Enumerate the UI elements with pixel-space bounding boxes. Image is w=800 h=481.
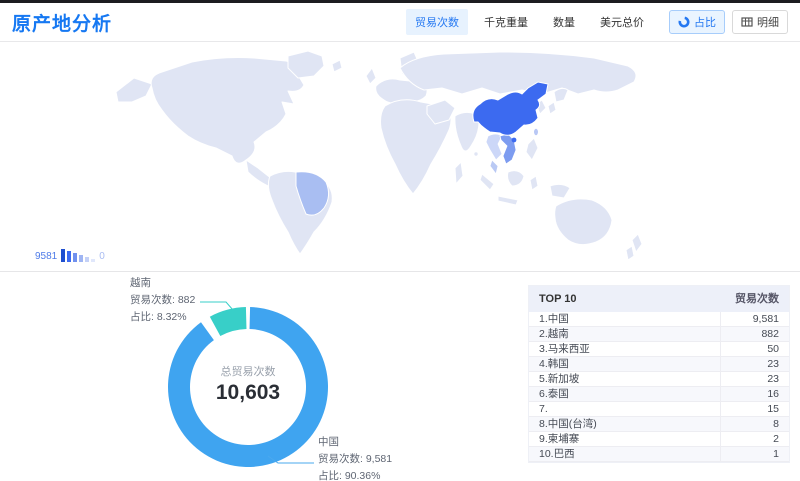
callout-name: 越南 — [130, 275, 195, 292]
donut-callout-china: 中国 贸易次数: 9,581 占比: 90.36% — [318, 434, 392, 481]
table-row: 8.中国(台湾)8 — [529, 417, 789, 432]
metric-kg-weight-button[interactable]: 千克重量 — [475, 9, 537, 35]
world-map[interactable] — [20, 48, 780, 260]
landmass[interactable] — [116, 51, 642, 260]
table-header-row: TOP 10 贸易次数 — [529, 286, 789, 312]
table-row: 6.泰国16 — [529, 387, 789, 402]
view-proportion-button[interactable]: 占比 — [669, 10, 725, 34]
view-proportion-label: 占比 — [694, 14, 716, 30]
page-title: 原产地分析 — [12, 9, 112, 36]
table-icon — [741, 16, 753, 28]
donut-center-value: 10,603 — [216, 381, 280, 405]
metric-trade-count-button[interactable]: 贸易次数 — [406, 9, 468, 35]
country-malaysia[interactable] — [490, 160, 498, 174]
view-detail-label: 明细 — [757, 14, 779, 30]
donut-icon — [678, 16, 690, 28]
metric-usd-total-button[interactable]: 美元总价 — [591, 9, 653, 35]
donut-center: 总贸易次数 10,603 — [216, 363, 280, 405]
callout-name: 中国 — [318, 434, 392, 451]
table-value-header: 贸易次数 — [720, 286, 789, 312]
map-legend: 9581 0 — [35, 249, 105, 262]
page-header: 原产地分析 贸易次数 千克重量 数量 美元总价 占比 — [0, 3, 800, 42]
table-row: 9.柬埔寨2 — [529, 432, 789, 447]
toolbar: 贸易次数 千克重量 数量 美元总价 占比 — [406, 9, 788, 35]
table-row: 5.新加坡23 — [529, 372, 789, 387]
origin-analysis-page: 原产地分析 贸易次数 千克重量 数量 美元总价 占比 — [0, 0, 800, 481]
view-detail-button[interactable]: 明细 — [732, 10, 788, 34]
table-row: 7.15 — [529, 402, 789, 417]
window-edge-top — [0, 0, 800, 3]
window-edge-bottom — [0, 272, 800, 274]
donut-callout-vietnam: 越南 贸易次数: 882 占比: 8.32% — [130, 275, 195, 326]
leader-line-vietnam — [200, 302, 233, 310]
metric-quantity-button[interactable]: 数量 — [544, 9, 584, 35]
table-row: 10.巴西1 — [529, 447, 789, 462]
view-toggle-group: 占比 明细 — [669, 10, 788, 34]
donut-center-label: 总贸易次数 — [216, 363, 280, 379]
legend-min: 0 — [99, 252, 105, 262]
donut-chart: 总贸易次数 10,603 越南 贸易次数: 882 占比: 8.32% 中国 贸… — [0, 272, 520, 481]
country-thailand[interactable] — [486, 134, 502, 160]
top10-table: TOP 10 贸易次数 1.中国9,581 2.越南882 3.马来西亚50 4… — [528, 285, 790, 463]
callout-percent: 占比: 8.32% — [130, 309, 195, 326]
world-map-section: 9581 0 — [0, 42, 800, 272]
bottom-section: 总贸易次数 10,603 越南 贸易次数: 882 占比: 8.32% 中国 贸… — [0, 272, 800, 481]
callout-percent: 占比: 90.36% — [318, 468, 392, 481]
donut-slice-vietnam[interactable] — [210, 307, 247, 336]
legend-max: 9581 — [35, 252, 57, 262]
map-legend-scale — [61, 249, 95, 262]
country-taiwan[interactable] — [534, 129, 538, 135]
table-title: TOP 10 — [529, 286, 720, 312]
callout-value: 贸易次数: 882 — [130, 292, 195, 309]
table-row: 1.中国9,581 — [529, 312, 789, 327]
table-row: 2.越南882 — [529, 327, 789, 342]
callout-value: 贸易次数: 9,581 — [318, 451, 392, 468]
table-row: 4.韩国23 — [529, 357, 789, 372]
table-row: 3.马来西亚50 — [529, 342, 789, 357]
hainan-island[interactable] — [512, 138, 517, 143]
